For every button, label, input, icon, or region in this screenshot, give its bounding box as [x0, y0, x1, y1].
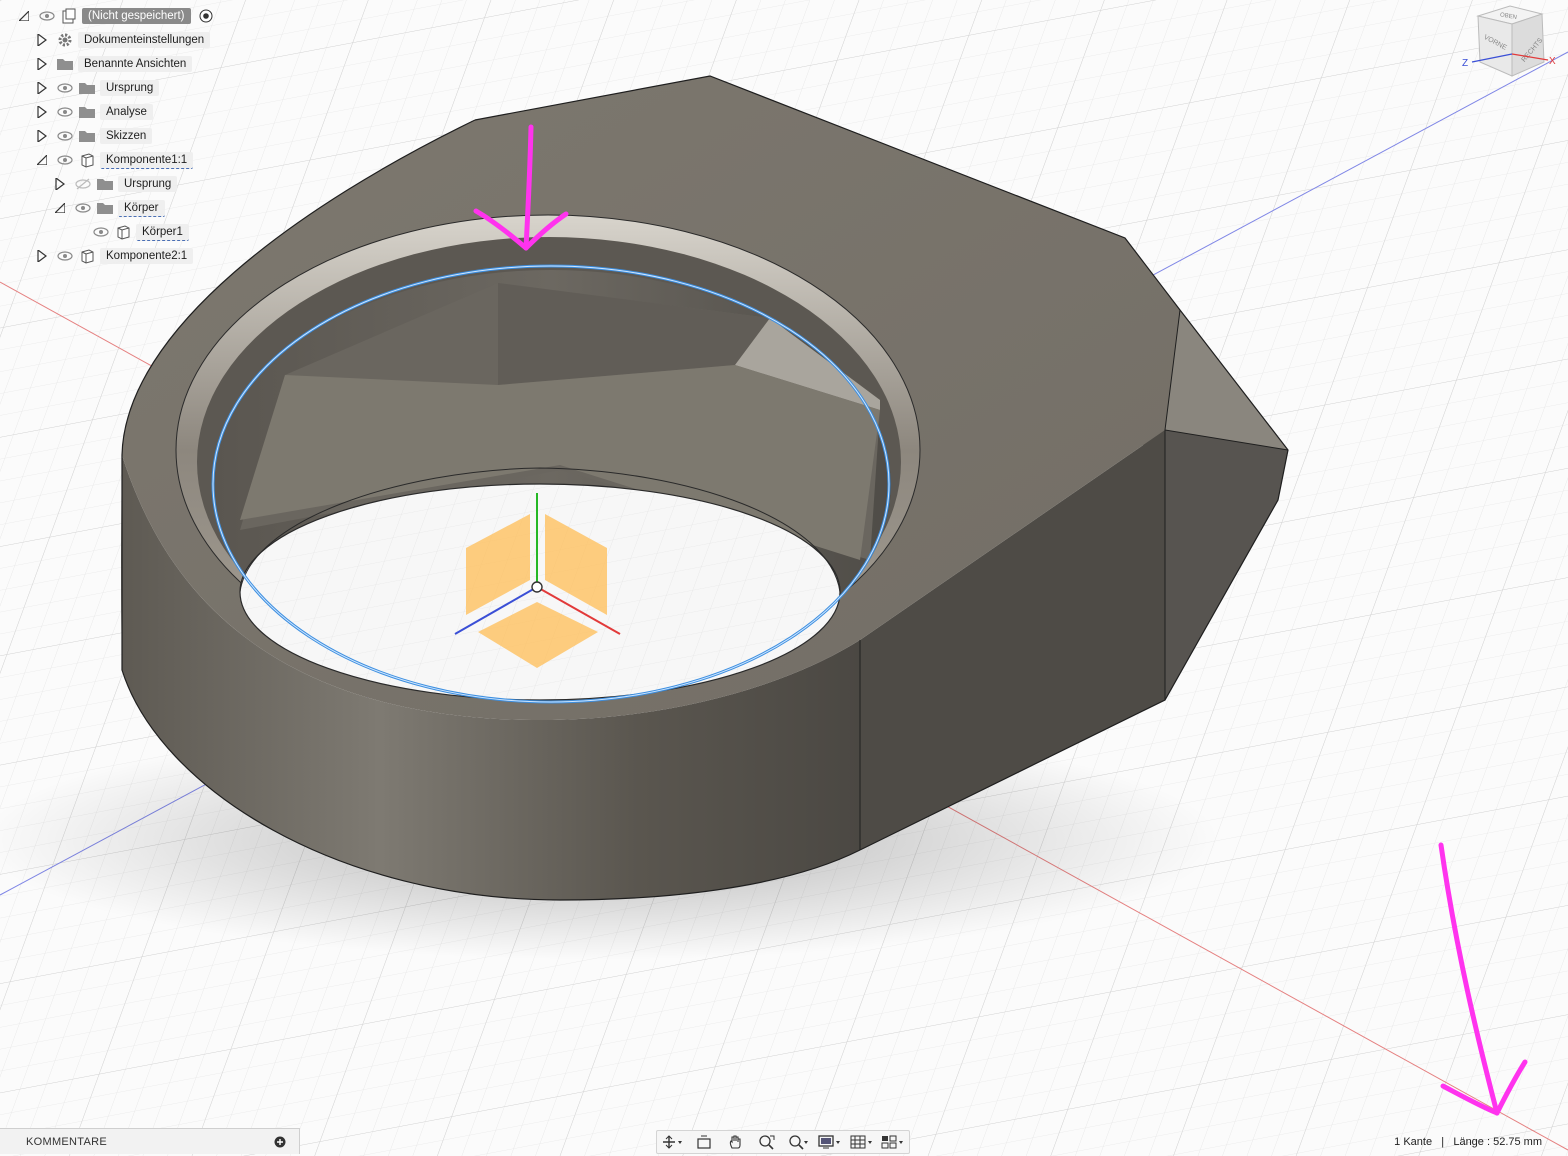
status-separator: |: [1441, 1136, 1445, 1148]
collapse-icon[interactable]: [18, 9, 30, 23]
tree-item-component1-origin[interactable]: Ursprung: [54, 174, 178, 194]
tree-item-label: Komponente2:1: [100, 248, 194, 264]
tree-item-body1[interactable]: Körper1: [92, 222, 189, 242]
tree-item-component1[interactable]: Komponente1:1: [36, 150, 194, 170]
tree-item-label: Dokumenteinstellungen: [78, 32, 211, 48]
grid-settings-icon[interactable]: [849, 1132, 875, 1152]
tree-item-label: Körper: [118, 199, 165, 217]
zoom-fit-icon[interactable]: [754, 1132, 780, 1152]
edge-length: Länge : 52.75 mm: [1453, 1136, 1542, 1148]
eye-hidden-icon[interactable]: [74, 176, 92, 192]
eye-icon[interactable]: [56, 104, 74, 120]
expand-icon[interactable]: [36, 249, 48, 263]
activate-radio-icon[interactable]: [197, 8, 215, 24]
tree-item-label: Ursprung: [118, 176, 178, 192]
expand-icon[interactable]: [36, 129, 48, 143]
tree-item-label: Komponente1:1: [100, 151, 194, 169]
tree-item-label: Skizzen: [100, 128, 153, 144]
pan-icon[interactable]: [723, 1132, 749, 1152]
add-comment-icon[interactable]: [271, 1133, 289, 1151]
comments-label: KOMMENTARE: [26, 1135, 108, 1148]
browser-panel: (Nicht gespeichert) Dokumenteinstellunge…: [0, 0, 300, 270]
tree-item-sketches[interactable]: Skizzen: [36, 126, 153, 146]
folder-icon: [78, 80, 96, 96]
eye-icon[interactable]: [74, 200, 92, 216]
eye-icon[interactable]: [56, 80, 74, 96]
tree-item-analysis[interactable]: Analyse: [36, 102, 153, 122]
folder-icon: [56, 56, 74, 72]
tree-item-label: Analyse: [100, 104, 153, 120]
expand-icon[interactable]: [36, 105, 48, 119]
tree-item-label: Benannte Ansichten: [78, 56, 193, 72]
display-settings-icon[interactable]: [817, 1132, 843, 1152]
eye-icon[interactable]: [38, 8, 56, 24]
folder-icon: [78, 128, 96, 144]
tree-item-component2[interactable]: Komponente2:1: [36, 246, 194, 266]
tree-item-origin[interactable]: Ursprung: [36, 78, 160, 98]
tree-item-label: Körper1: [136, 223, 189, 241]
collapse-icon[interactable]: [54, 201, 66, 215]
body-icon: [114, 224, 132, 240]
eye-icon[interactable]: [56, 248, 74, 264]
viewcube-axis-z: Z: [1462, 58, 1468, 69]
folder-icon: [96, 200, 114, 216]
document-icon: [60, 8, 78, 24]
viewports-icon[interactable]: [880, 1132, 906, 1152]
selection-status: 1 Kante | Länge : 52.75 mm: [1394, 1136, 1542, 1148]
navigation-toolbar: [656, 1130, 910, 1154]
eye-icon[interactable]: [56, 128, 74, 144]
tree-item-bodies[interactable]: Körper: [54, 198, 165, 218]
document-name[interactable]: (Nicht gespeichert): [82, 8, 191, 24]
collapse-icon[interactable]: [36, 153, 48, 167]
eye-icon[interactable]: [92, 224, 110, 240]
folder-icon: [78, 104, 96, 120]
folder-icon: [96, 176, 114, 192]
expand-icon[interactable]: [36, 57, 48, 71]
expand-icon[interactable]: [36, 33, 48, 47]
look-at-icon[interactable]: [691, 1132, 717, 1152]
component-icon: [78, 248, 96, 264]
eye-icon[interactable]: [56, 152, 74, 168]
comments-panel[interactable]: KOMMENTARE: [0, 1128, 300, 1154]
selection-count: 1 Kante: [1394, 1136, 1433, 1148]
orbit-icon[interactable]: [660, 1132, 686, 1152]
viewcube-axis-x: X: [1549, 56, 1556, 67]
zoom-icon[interactable]: [786, 1132, 812, 1152]
tree-item-document-settings[interactable]: Dokumenteinstellungen: [36, 30, 211, 50]
expand-icon[interactable]: [54, 177, 66, 191]
component-icon: [78, 152, 96, 168]
expand-icon[interactable]: [36, 81, 48, 95]
tree-item-named-views[interactable]: Benannte Ansichten: [36, 54, 193, 74]
gear-icon: [56, 32, 74, 48]
tree-item-label: Ursprung: [100, 80, 160, 96]
tree-root[interactable]: (Nicht gespeichert): [18, 6, 219, 26]
